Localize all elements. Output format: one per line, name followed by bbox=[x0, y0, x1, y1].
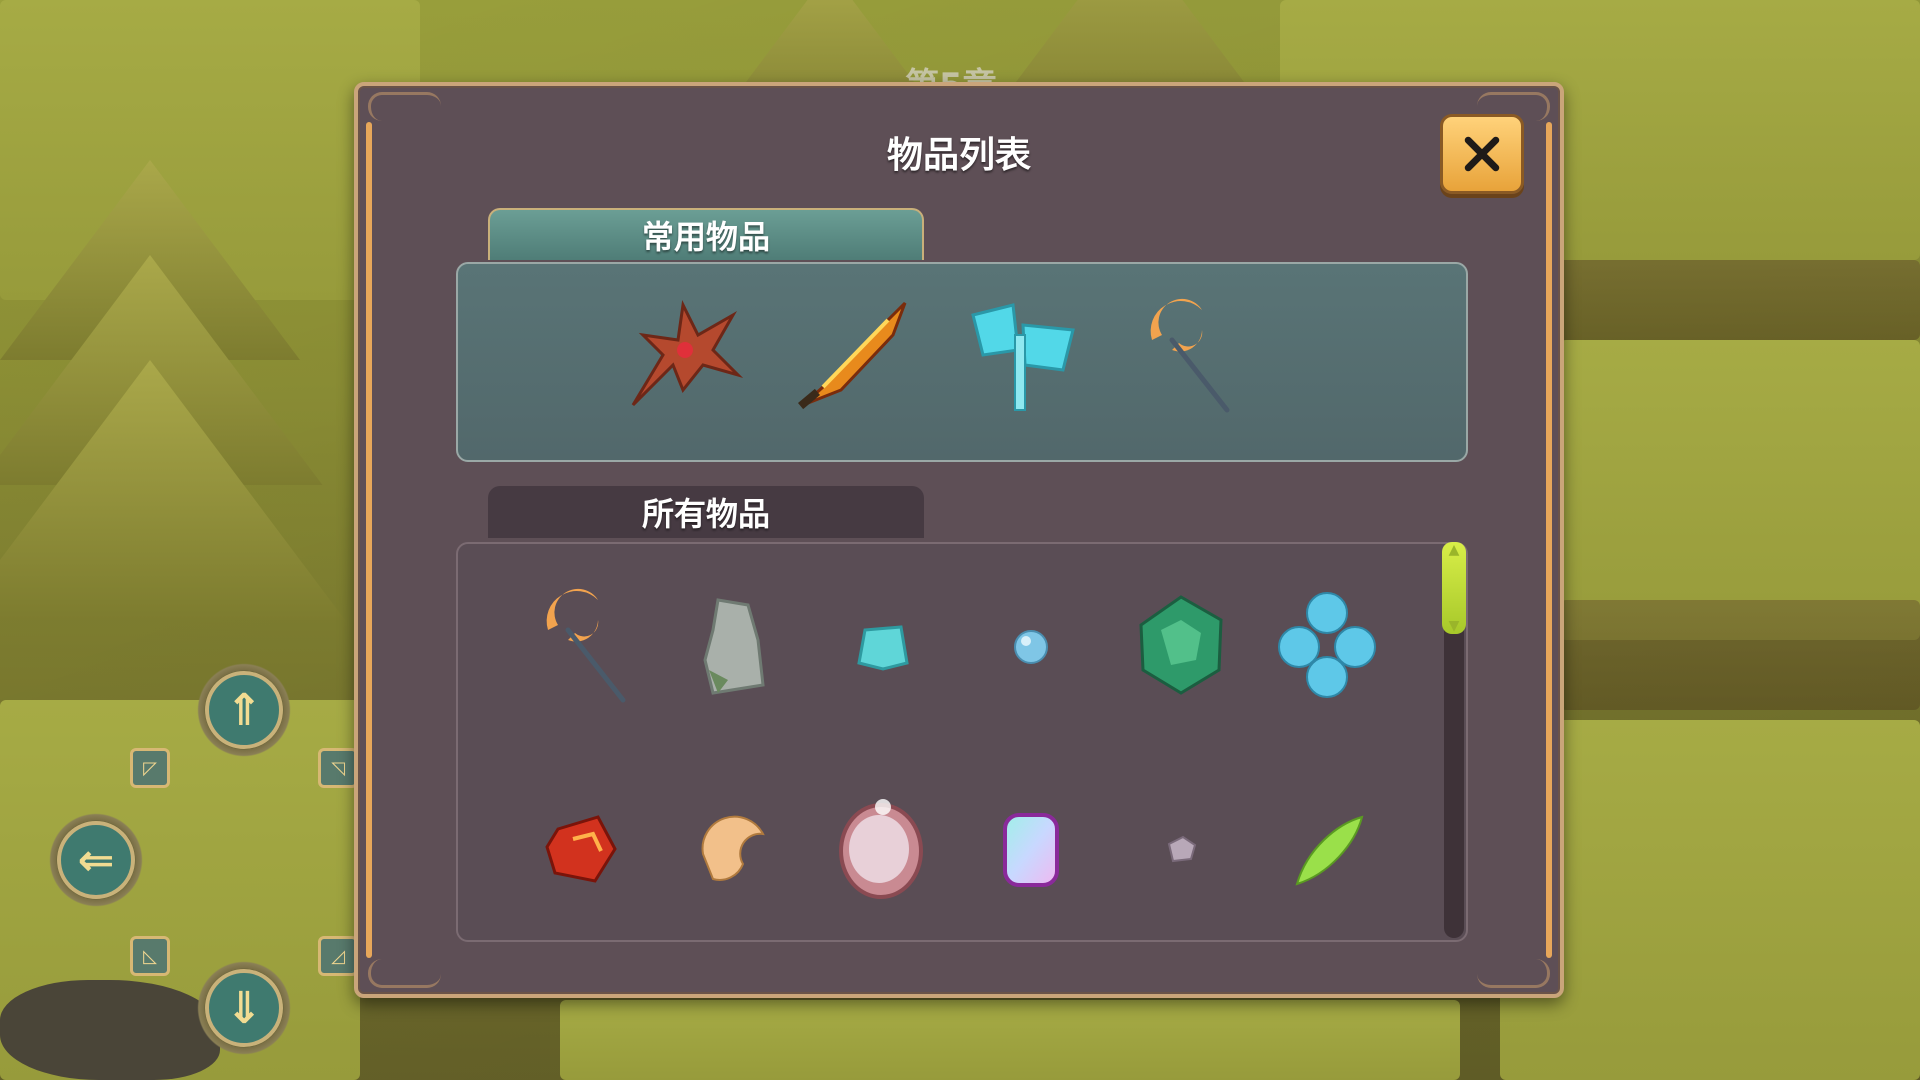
ground-cliff bbox=[1560, 600, 1920, 710]
diagonal-up-right-button[interactable]: ◹ bbox=[318, 748, 358, 788]
crescent-staff-icon bbox=[1150, 298, 1230, 413]
item-slot[interactable] bbox=[818, 580, 948, 710]
item-slot[interactable] bbox=[1116, 580, 1246, 710]
ground-tile bbox=[560, 1000, 1460, 1080]
green-leaf-icon bbox=[1295, 815, 1364, 886]
item-list-dialog: 物品列表 常用物品 所有物品 ▲ ▼ bbox=[354, 82, 1564, 998]
small-blue-pearl-icon bbox=[1014, 630, 1048, 664]
close-button[interactable] bbox=[1440, 114, 1524, 194]
item-slot[interactable] bbox=[1116, 784, 1246, 914]
item-slot[interactable] bbox=[966, 784, 1096, 914]
dialog-title: 物品列表 bbox=[886, 135, 1031, 176]
move-left-button[interactable]: ⇐ bbox=[46, 810, 146, 910]
tab-all-items[interactable]: 所有物品 bbox=[488, 486, 924, 538]
item-slot[interactable] bbox=[816, 784, 946, 914]
dialog-border-accent bbox=[366, 122, 372, 958]
item-slot[interactable] bbox=[1262, 784, 1392, 914]
blue-bubbles-icon bbox=[1278, 592, 1376, 698]
green-scale-ore-icon bbox=[1139, 595, 1223, 695]
item-slot[interactable] bbox=[1262, 580, 1392, 710]
item-slot[interactable] bbox=[966, 580, 1096, 710]
diagonal-arrow-icon: ◸ bbox=[143, 757, 157, 779]
move-down-icon: ⇓ bbox=[225, 982, 263, 1034]
item-slot[interactable] bbox=[668, 580, 798, 710]
diagonal-arrow-icon: ◺ bbox=[143, 945, 157, 967]
common-items-panel bbox=[456, 262, 1468, 462]
red-dragon-fin-icon bbox=[631, 300, 744, 407]
move-left-icon: ⇐ bbox=[77, 834, 115, 886]
pink-pearl-gem-icon bbox=[839, 799, 923, 899]
scroll-up-icon: ▲ bbox=[1448, 542, 1460, 558]
rainbow-crystal-icon bbox=[1003, 813, 1059, 887]
diagonal-down-right-button[interactable]: ◿ bbox=[318, 936, 358, 976]
diagonal-arrow-icon: ◿ bbox=[331, 945, 345, 967]
item-slot[interactable] bbox=[518, 580, 648, 710]
scroll-down-icon: ▼ bbox=[1448, 618, 1460, 634]
red-crystal-icon bbox=[545, 815, 617, 883]
item-slot[interactable] bbox=[958, 290, 1088, 420]
item-slot[interactable] bbox=[668, 784, 798, 914]
small-pebble-icon bbox=[1167, 835, 1197, 863]
tab-common-items[interactable]: 常用物品 bbox=[488, 208, 924, 260]
item-slot[interactable] bbox=[618, 290, 748, 420]
cyan-crystal-chunk-icon bbox=[857, 625, 909, 671]
scrollbar-thumb[interactable]: ▲ ▼ bbox=[1442, 542, 1466, 634]
item-slot[interactable] bbox=[788, 290, 918, 420]
diagonal-arrow-icon: ◹ bbox=[331, 757, 345, 779]
corner-ornament bbox=[1477, 959, 1550, 988]
crescent-staff-icon bbox=[546, 588, 626, 703]
move-down-button[interactable]: ⇓ bbox=[194, 958, 294, 1058]
move-up-button[interactable]: ⇑ bbox=[194, 660, 294, 760]
flame-blade-icon bbox=[798, 301, 907, 410]
corner-ornament bbox=[368, 92, 441, 121]
item-slot[interactable] bbox=[518, 784, 648, 914]
all-items-panel bbox=[456, 542, 1468, 942]
item-slot[interactable] bbox=[1122, 290, 1252, 420]
close-x-icon bbox=[1464, 136, 1500, 172]
corner-ornament bbox=[368, 959, 441, 988]
rock bbox=[0, 980, 220, 1080]
diagonal-up-left-button[interactable]: ◸ bbox=[130, 748, 170, 788]
crystal-axe-icon bbox=[971, 303, 1075, 411]
grey-stone-icon bbox=[703, 598, 765, 695]
move-up-icon: ⇑ bbox=[225, 684, 263, 736]
peach-shell-icon bbox=[701, 815, 765, 881]
item-list-scrollbar[interactable]: ▲ ▼ bbox=[1442, 542, 1466, 938]
diagonal-down-left-button[interactable]: ◺ bbox=[130, 936, 170, 976]
dialog-border-accent bbox=[1546, 122, 1552, 958]
ground-tile bbox=[1560, 340, 1920, 640]
